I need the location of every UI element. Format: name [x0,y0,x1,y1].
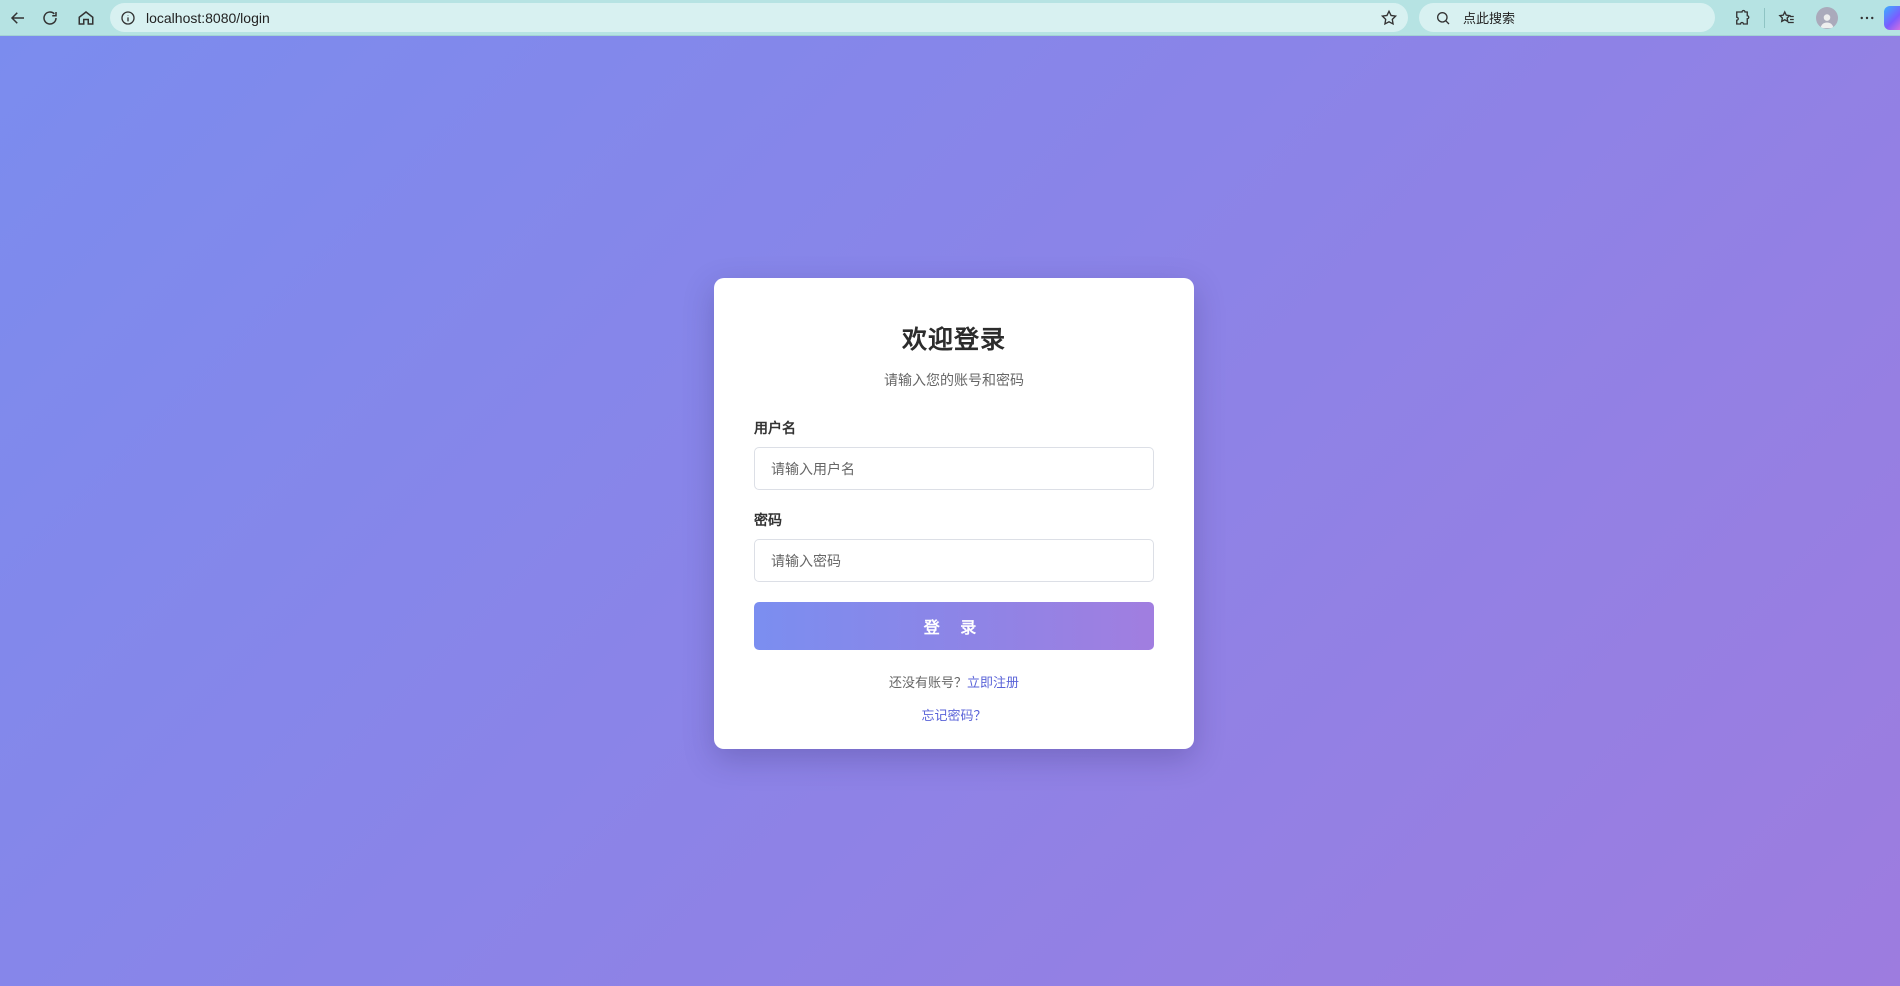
back-button[interactable] [0,0,36,36]
favorites-button[interactable] [1767,0,1807,36]
login-card: 欢迎登录 请输入您的账号和密码 用户名 密码 登 录 还没有账号？立即注册 忘记… [714,278,1194,749]
search-placeholder: 点此搜索 [1463,11,1516,26]
password-label: 密码 [754,512,782,528]
address-bar[interactable]: localhost:8080/login [110,3,1408,32]
arrow-left-icon [10,12,24,24]
refresh-icon [43,11,57,25]
toolbar-divider [1764,8,1765,28]
extensions-button[interactable] [1722,0,1762,36]
search-icon [1437,11,1450,24]
refresh-button[interactable] [32,0,68,36]
login-page-background: 欢迎登录 请输入您的账号和密码 用户名 密码 登 录 还没有账号？立即注册 忘记… [0,36,1900,986]
username-label: 用户名 [754,420,796,436]
register-link[interactable]: 立即注册 [967,675,1019,690]
url-text[interactable]: localhost:8080/login [146,10,1374,26]
no-account-text: 还没有账号？ [888,675,967,690]
extensions-icon [1736,9,1750,25]
home-icon [78,11,94,25]
browser-toolbar: localhost:8080/login 点此搜索 [0,0,1900,36]
forgot-password-row: 忘记密码？ [754,705,1154,724]
login-button[interactable]: 登 录 [754,602,1154,650]
toolbar-actions [1722,0,1887,36]
avatar-icon [1816,7,1838,29]
copilot-icon[interactable] [1884,6,1900,30]
profile-button[interactable] [1807,0,1847,36]
star-icon [1380,9,1398,25]
home-button[interactable] [68,0,104,36]
username-input[interactable] [754,447,1154,490]
login-subtitle: 请输入您的账号和密码 [884,372,1024,388]
info-icon[interactable] [120,10,136,26]
forgot-password-link[interactable]: 忘记密码？ [921,708,986,723]
register-prompt: 还没有账号？立即注册 [754,672,1154,691]
login-title: 欢迎登录 [901,326,1006,354]
favorites-list-icon [1778,10,1794,24]
more-button[interactable] [1847,0,1887,36]
more-icon [1860,16,1874,20]
favorite-button[interactable] [1374,3,1404,32]
password-input[interactable] [754,539,1154,582]
browser-search-box[interactable]: 点此搜索 [1419,3,1715,32]
